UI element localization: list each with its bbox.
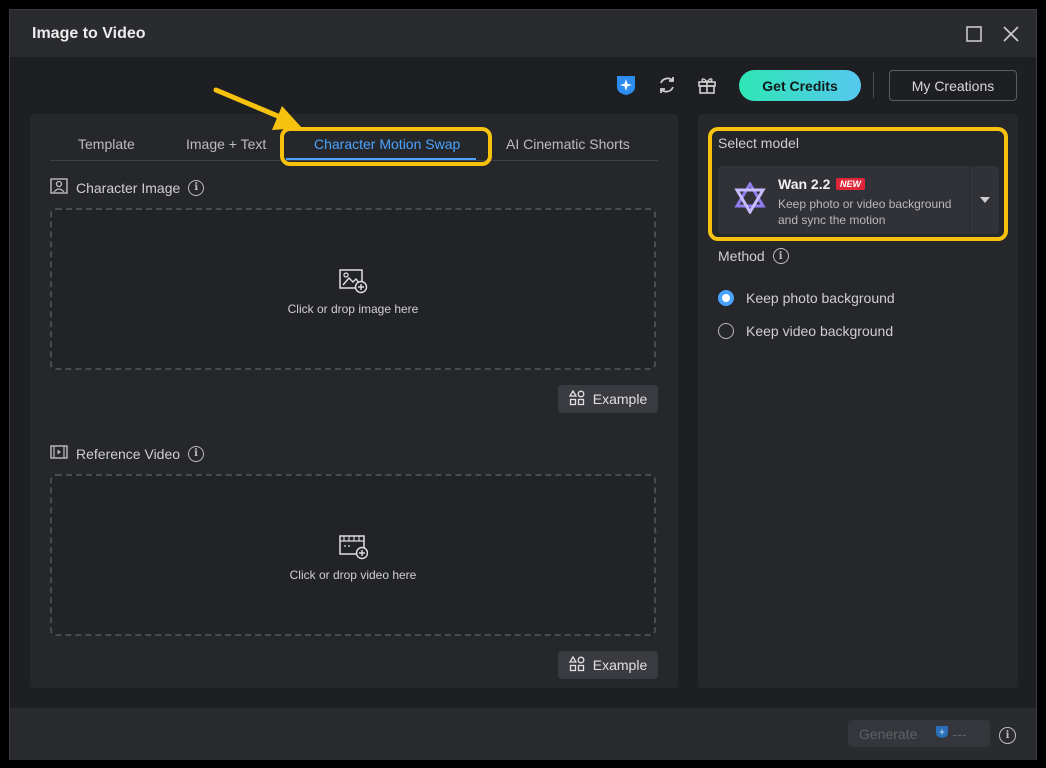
method-header: Method i <box>718 248 789 264</box>
example-grid-icon <box>568 655 585 675</box>
example-grid-icon <box>568 389 585 409</box>
footer-bar: Generate --- i <box>10 708 1036 760</box>
generate-cost-value: --- <box>952 725 967 742</box>
select-model-label: Select model <box>718 135 799 151</box>
generate-button[interactable]: Generate --- <box>848 720 990 747</box>
footer-info-icon[interactable]: i <box>999 725 1016 744</box>
add-image-icon <box>338 268 368 294</box>
ai-credits-icon[interactable] <box>614 73 638 97</box>
credit-icon <box>935 725 949 742</box>
character-image-drop-text: Click or drop image here <box>287 302 419 316</box>
reference-video-example-button[interactable]: Example <box>558 651 658 679</box>
reference-video-drop-text: Click or drop video here <box>289 568 417 582</box>
tab-template[interactable]: Template <box>78 136 135 152</box>
gift-icon[interactable] <box>695 73 719 97</box>
generate-cost: --- <box>935 725 966 742</box>
dialog-title: Image to Video <box>32 25 146 42</box>
active-tab-indicator <box>286 158 476 160</box>
model-selector[interactable]: Wan 2.2 NEW Keep photo or video backgrou… <box>718 166 999 234</box>
film-icon <box>50 444 68 463</box>
info-icon[interactable]: i <box>188 179 205 196</box>
tab-ai-cinematic-shorts[interactable]: AI Cinematic Shorts <box>506 136 630 152</box>
radio-keep-video-background[interactable] <box>718 323 734 339</box>
character-image-example-button[interactable]: Example <box>558 385 658 413</box>
character-image-header: Character Image i <box>50 178 205 197</box>
reference-video-dropzone[interactable]: Click or drop video here <box>50 474 656 636</box>
keep-video-background-label[interactable]: Keep video background <box>746 323 893 339</box>
model-dropdown-toggle[interactable] <box>969 166 1000 234</box>
get-credits-button[interactable]: Get Credits <box>739 70 861 101</box>
info-icon[interactable]: i <box>772 248 789 264</box>
reference-video-label: Reference Video <box>76 445 181 462</box>
portrait-icon <box>50 178 68 197</box>
method-label: Method <box>718 248 765 264</box>
model-name: Wan 2.2 <box>778 176 831 192</box>
wan-logo-icon <box>734 181 766 215</box>
my-creations-button[interactable]: My Creations <box>889 70 1017 101</box>
character-image-dropzone[interactable]: Click or drop image here <box>50 208 656 370</box>
toolbar-divider <box>873 72 874 98</box>
reference-video-header: Reference Video i <box>50 444 205 463</box>
mode-tabs: Template Image + Text Character Motion S… <box>50 132 658 161</box>
example-label: Example <box>592 391 648 407</box>
input-panel: Template Image + Text Character Motion S… <box>30 114 678 688</box>
new-badge: NEW <box>836 178 865 190</box>
character-image-label: Character Image <box>76 179 181 196</box>
radio-keep-photo-background[interactable] <box>718 290 734 306</box>
title-bar: Image to Video <box>10 10 1036 57</box>
tab-character-motion-swap[interactable]: Character Motion Swap <box>314 136 460 152</box>
add-video-icon <box>338 534 369 560</box>
info-icon[interactable]: i <box>188 445 205 462</box>
model-panel: Select model Wan 2.2 NEW Keep photo or v… <box>698 114 1018 688</box>
refresh-icon[interactable] <box>655 73 679 97</box>
maximize-icon[interactable] <box>963 23 985 45</box>
close-icon[interactable] <box>1000 23 1022 45</box>
keep-photo-background-label[interactable]: Keep photo background <box>746 290 895 306</box>
model-description: Keep photo or video background and sync … <box>778 197 952 227</box>
generate-label: Generate <box>859 725 918 742</box>
info-icon[interactable]: i <box>999 727 1016 744</box>
image-to-video-dialog: Image to Video Get Credits My Creations … <box>9 9 1037 760</box>
example-label: Example <box>592 657 648 673</box>
annotation-arrow <box>210 82 310 142</box>
